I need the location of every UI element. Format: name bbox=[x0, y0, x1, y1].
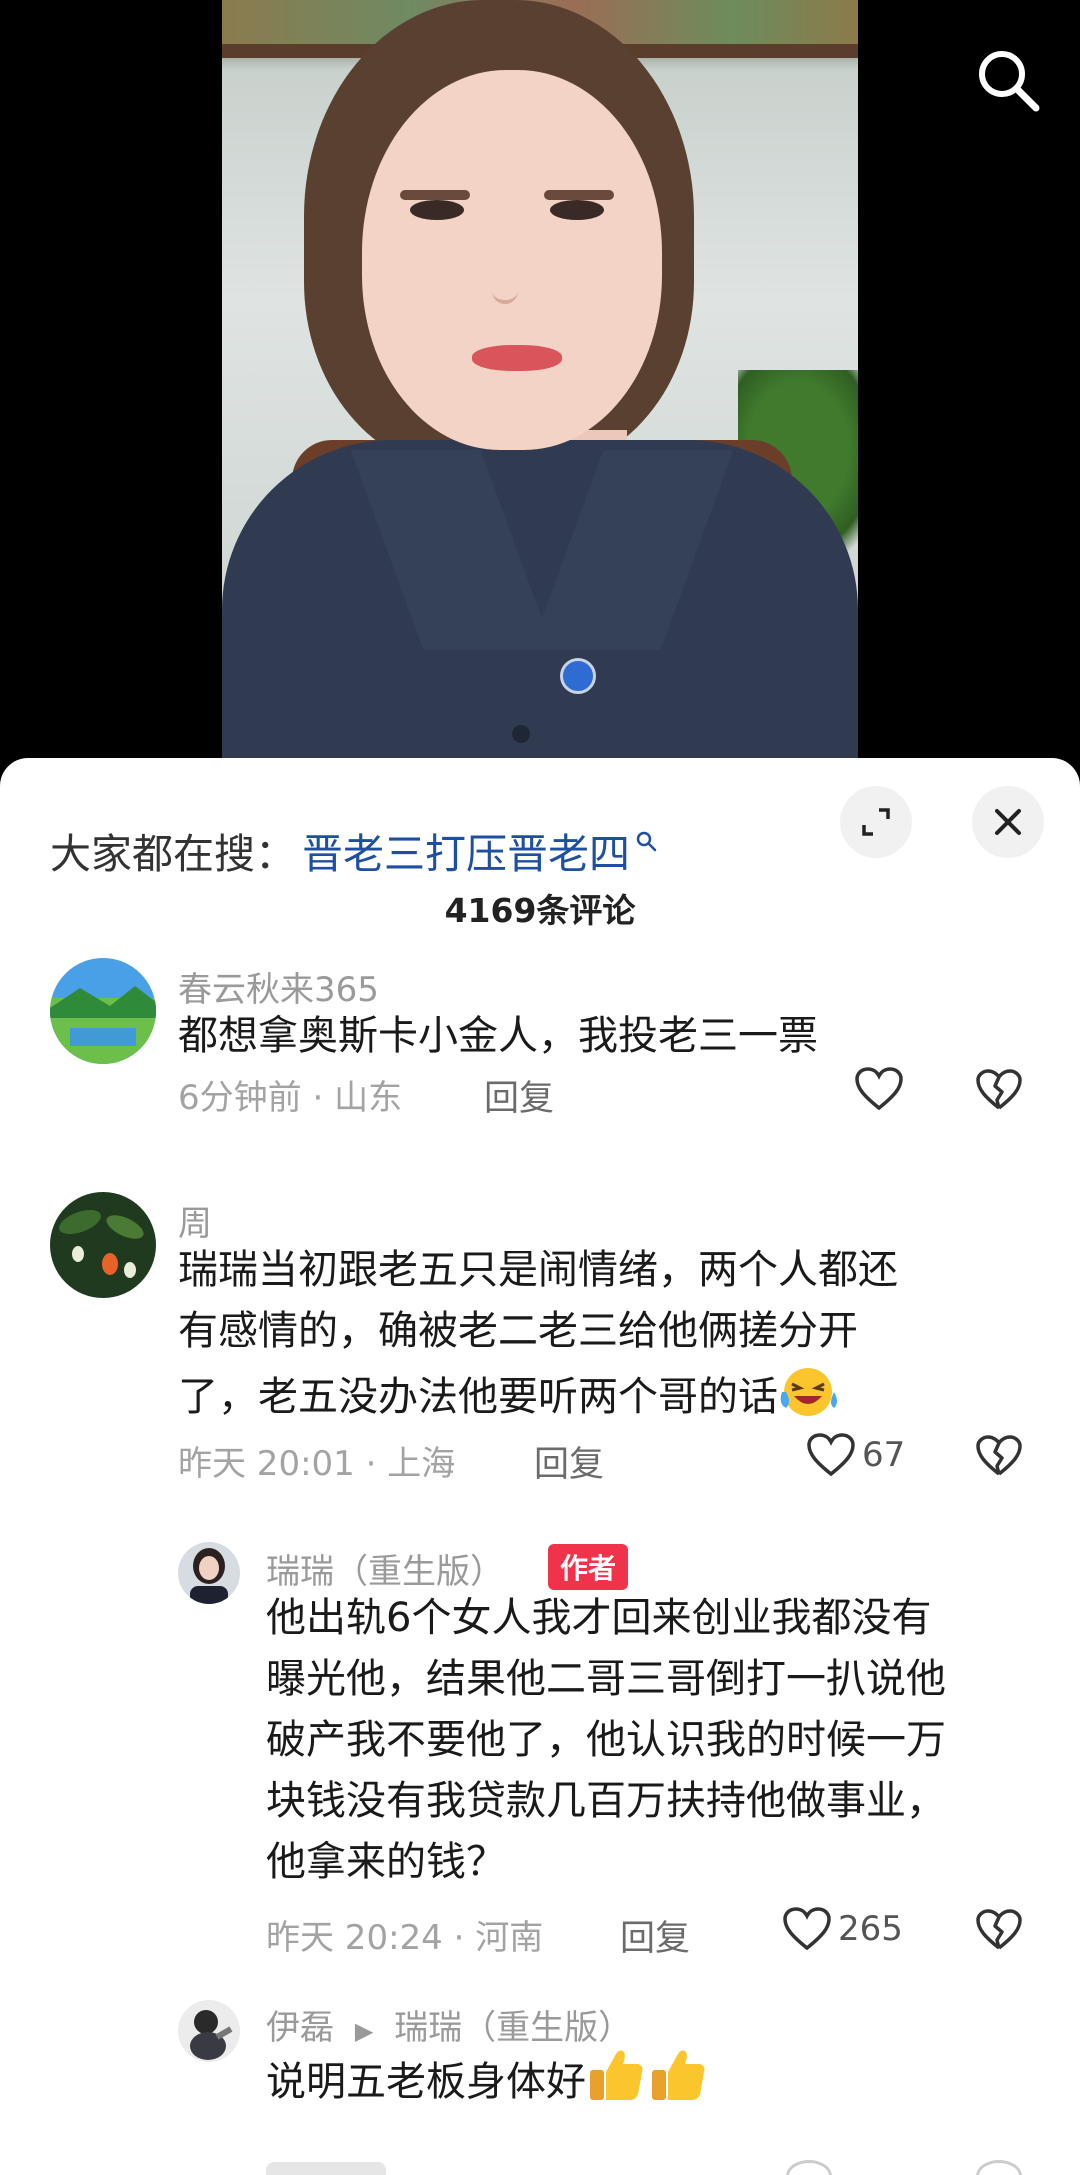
avatar[interactable] bbox=[178, 2000, 240, 2062]
comment-location: 山东 bbox=[334, 1078, 403, 1118]
reply-text: 说明五老板身体好 bbox=[266, 2046, 1056, 2122]
comment-count: 4169条评论 bbox=[444, 891, 636, 930]
comment-time: 6分钟前 bbox=[178, 1078, 302, 1118]
like-button[interactable]: 67 bbox=[806, 1432, 905, 1478]
comment-text-line: 有感情的，确被老二老三给他俩搓分开 bbox=[178, 1308, 858, 1354]
search-button[interactable] bbox=[972, 44, 1044, 116]
comment-time: 昨天 20:01 bbox=[178, 1444, 355, 1484]
video-player[interactable] bbox=[0, 0, 1080, 780]
expand-button[interactable] bbox=[840, 786, 912, 858]
broken-heart-icon bbox=[976, 1435, 1022, 1476]
expand-icon bbox=[862, 808, 890, 836]
thumbs-up-emoji bbox=[648, 2046, 710, 2122]
avatar[interactable] bbox=[50, 958, 156, 1064]
video-frame bbox=[222, 0, 858, 760]
comment-meta: 6分钟前 · 山东 bbox=[178, 1078, 403, 1118]
reply-button[interactable]: 回复 bbox=[484, 1070, 554, 1121]
like-count: 67 bbox=[862, 1435, 906, 1475]
comment-text-line: 他出轨6个女人我才回来创业我都没有 bbox=[266, 1595, 932, 1641]
like-count: 265 bbox=[838, 1909, 903, 1949]
author-tag: 作者 bbox=[548, 1544, 629, 1590]
comment-username[interactable]: 周 bbox=[178, 1196, 212, 1245]
comment-text-line: 瑞瑞当初跟老五只是闹情绪，两个人都还 bbox=[178, 1247, 898, 1293]
comment-text-line: 破产我不要他了，他认识我的时候一万 bbox=[266, 1717, 946, 1763]
dislike-button[interactable] bbox=[975, 1068, 1023, 1116]
reply-text: 他出轨6个女人我才回来创业我都没有 曝光他，结果他二哥三哥倒打一扒说他 破产我不… bbox=[266, 1588, 1056, 1893]
heart-icon bbox=[807, 1433, 855, 1477]
heart-icon bbox=[783, 1907, 831, 1951]
broken-heart-icon bbox=[976, 1909, 1022, 1950]
comment-text-line: 块钱没有我贷款几百万扶持他做事业， bbox=[266, 1778, 946, 1824]
comment-location: 上海 bbox=[387, 1444, 456, 1484]
comment-text: 都想拿奥斯卡小金人，我投老三一票 bbox=[178, 1013, 818, 1059]
broken-heart-icon bbox=[976, 1069, 1022, 1110]
reply-to-username[interactable]: 瑞瑞（重生版） bbox=[394, 2008, 632, 2048]
comment-text: 瑞瑞当初跟老五只是闹情绪，两个人都还 有感情的，确被老二老三给他俩搓分开 了，老… bbox=[178, 1240, 1038, 1436]
dislike-button[interactable] bbox=[975, 1908, 1023, 1956]
comment-text-line: 他拿来的钱？ bbox=[266, 1839, 506, 1885]
comment-text-line: 了，老五没办法他要听两个哥的话 bbox=[178, 1362, 1038, 1436]
search-suggestion[interactable]: 大家都在搜： 晋老三打压晋老四 bbox=[50, 820, 658, 880]
like-button[interactable] bbox=[854, 1066, 910, 1112]
dislike-button[interactable] bbox=[975, 1434, 1023, 1482]
comment-username[interactable]: 春云秋来365 bbox=[178, 962, 379, 1011]
search-icon bbox=[979, 51, 1040, 112]
avatar[interactable] bbox=[50, 1192, 156, 1298]
reply-username-name[interactable]: 伊磊 bbox=[266, 2008, 334, 2048]
comment-meta: 昨天 20:24 · 河南 bbox=[266, 1918, 544, 1958]
partial-meta-row bbox=[266, 2148, 1056, 2175]
search-suggestion-keyword[interactable]: 晋老三打压晋老四 bbox=[302, 820, 630, 880]
comment-sheet: 大家都在搜： 晋老三打压晋老四 4169条评论 春云秋来365 都想拿奥斯卡小金… bbox=[0, 758, 1080, 2175]
comment-meta: 昨天 20:01 · 上海 bbox=[178, 1444, 456, 1484]
shirt bbox=[222, 440, 858, 760]
comment-location: 河南 bbox=[475, 1918, 544, 1958]
heart-icon bbox=[855, 1067, 903, 1111]
comment-text-line: 曝光他，结果他二哥三哥倒打一扒说他 bbox=[266, 1656, 946, 1702]
like-button[interactable]: 265 bbox=[782, 1906, 903, 1952]
reply-button[interactable]: 回复 bbox=[534, 1436, 604, 1487]
thumbs-up-emoji bbox=[586, 2046, 648, 2122]
comment-time: 昨天 20:24 bbox=[266, 1918, 443, 1958]
search-small-icon bbox=[634, 829, 658, 860]
laughing-crying-emoji bbox=[778, 1362, 842, 1436]
reply-username[interactable]: 瑞瑞（重生版） bbox=[266, 1544, 504, 1593]
lips bbox=[472, 345, 562, 371]
reply-button[interactable]: 回复 bbox=[620, 1910, 690, 1961]
avatar[interactable] bbox=[178, 1542, 240, 1604]
search-suggestion-prefix: 大家都在搜： bbox=[50, 830, 296, 878]
pin-badge bbox=[560, 658, 596, 694]
reply-username: 伊磊 ▶ 瑞瑞（重生版） bbox=[266, 2000, 632, 2049]
reply-arrow-icon: ▶ bbox=[354, 2017, 374, 2045]
close-button[interactable] bbox=[972, 786, 1044, 858]
close-icon bbox=[995, 809, 1021, 835]
